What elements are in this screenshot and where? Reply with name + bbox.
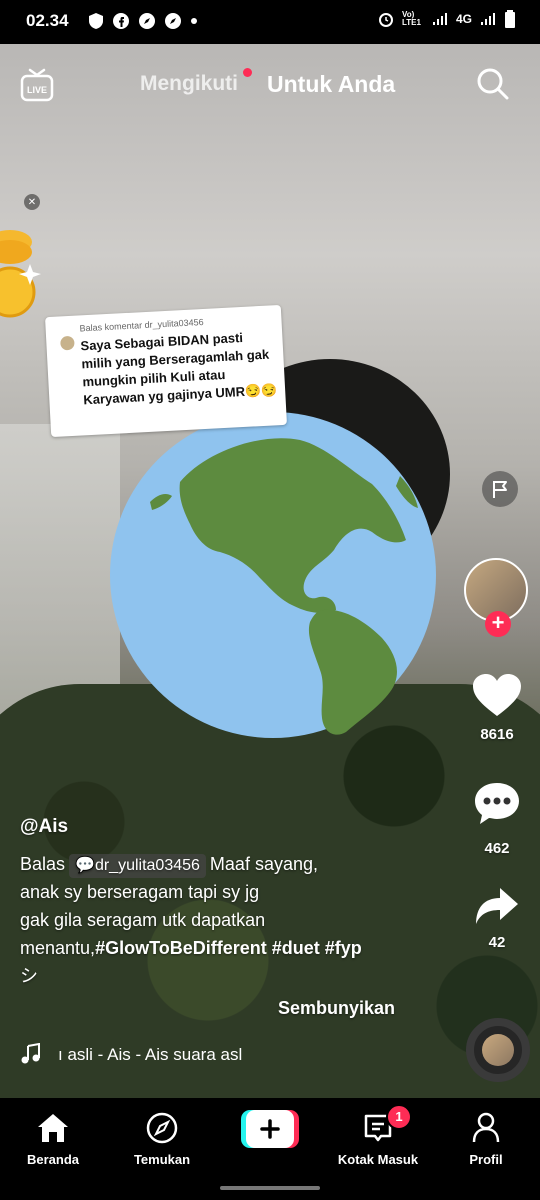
like-button[interactable]: 8616	[457, 672, 537, 743]
nav-discover[interactable]: Temukan	[112, 1110, 212, 1167]
create-button[interactable]	[241, 1110, 299, 1148]
compass-status-icon-2	[165, 13, 181, 29]
hide-caption-button[interactable]: Sembunyikan	[278, 998, 395, 1019]
nav-home[interactable]: Beranda	[3, 1110, 103, 1167]
reply-user: dr_yulita03456	[94, 857, 200, 874]
caption-part3: gak gila seragam utk dapatkan	[20, 910, 266, 930]
caption-part1: Maaf sayang,	[209, 854, 318, 874]
inbox-badge: 1	[386, 1104, 412, 1130]
reply-prefix: Balas	[20, 854, 66, 874]
tab-following[interactable]: Mengikuti	[140, 72, 238, 96]
reply-card-text: Saya Sebagai BIDAN pasti milih yang Bers…	[80, 329, 278, 408]
compass-icon	[146, 1112, 178, 1144]
share-icon	[476, 888, 518, 924]
like-count: 8616	[480, 726, 514, 743]
shield-icon	[89, 13, 103, 29]
close-promo-button[interactable]: ✕	[24, 194, 40, 210]
battery-icon	[505, 10, 515, 28]
nav-inbox-label: Kotak Masuk	[337, 1152, 419, 1167]
dot-icon	[191, 18, 197, 24]
caption-text: Balas 💬dr_yulita03456 Maaf sayang, anak sy…	[20, 850, 440, 990]
search-icon	[477, 68, 509, 100]
profile-icon	[472, 1112, 500, 1143]
nav-home-label: Beranda	[26, 1152, 80, 1167]
following-new-dot	[243, 68, 252, 77]
gesture-bar	[220, 1186, 320, 1190]
live-button[interactable]: LIVE	[20, 66, 54, 102]
compass-status-icon	[139, 13, 155, 29]
live-label: LIVE	[27, 85, 47, 95]
nav-profile[interactable]: Profil	[436, 1110, 536, 1167]
heart-icon	[473, 674, 521, 716]
music-disc[interactable]	[466, 1018, 530, 1082]
facebook-icon	[113, 13, 129, 29]
reply-card-avatar	[60, 335, 75, 351]
caption-part5: シ	[20, 966, 38, 986]
search-button[interactable]	[476, 67, 510, 101]
status-time: 02.34	[26, 11, 69, 30]
live-icon: LIVE	[20, 68, 54, 102]
nav-discover-label: Temukan	[133, 1152, 191, 1167]
flag-icon	[493, 481, 507, 498]
bottom-navigation: Beranda Temukan Kotak Masuk 1 Profil	[0, 1098, 540, 1200]
close-icon: ✕	[27, 196, 37, 208]
comment-icon	[475, 783, 519, 824]
reply-comment-card[interactable]: Balas komentar dr_yulita03456 Saya Sebag…	[45, 304, 287, 438]
comment-chip-icon: 💬	[75, 857, 95, 874]
status-bar: 02.34 Vo) LTE1 4G	[0, 0, 540, 44]
globe-emoji-overlay	[110, 412, 436, 738]
status-system-icons: Vo) LTE1 4G	[378, 10, 516, 28]
reply-user-chip[interactable]: 💬dr_yulita03456	[69, 854, 206, 878]
report-button[interactable]	[482, 471, 518, 507]
volte-label: Vo) LTE1	[401, 10, 421, 27]
tab-for-you[interactable]: Untuk Anda	[267, 71, 395, 98]
signal-icon	[432, 13, 447, 25]
music-note-icon	[21, 1043, 40, 1064]
music-info[interactable]: ı asli - Ais - Ais suara asl	[20, 1043, 380, 1067]
creator-username[interactable]: @Ais	[20, 816, 440, 838]
share-button[interactable]: 42	[457, 886, 537, 951]
caption-hashtags[interactable]: #GlowToBeDifferent #duet #fyp	[95, 938, 362, 958]
network-label: 4G	[455, 12, 472, 26]
alarm-icon	[378, 13, 393, 27]
coin-promo-icon[interactable]	[0, 222, 46, 322]
video-caption: @Ais Balas 💬dr_yulita03456 Maaf sayang, an…	[20, 816, 440, 990]
signal-icon-2	[481, 13, 495, 25]
nav-inbox[interactable]: Kotak Masuk	[328, 1110, 428, 1167]
music-disc-cover	[482, 1034, 514, 1066]
home-icon	[38, 1114, 68, 1142]
share-count: 42	[488, 934, 506, 951]
top-navigation: LIVE Mengikuti Untuk Anda	[0, 44, 540, 124]
status-notification-icons	[88, 12, 198, 30]
comment-count: 462	[484, 840, 510, 857]
caption-part2: anak sy berseragam tapi sy jg	[20, 882, 260, 902]
comment-button[interactable]: 462	[457, 780, 537, 857]
follow-plus-button[interactable]: +	[485, 611, 511, 637]
music-title: ı asli - Ais - Ais suara asl	[58, 1045, 243, 1064]
caption-part4: menantu,	[20, 938, 96, 958]
nav-profile-label: Profil	[469, 1152, 503, 1167]
